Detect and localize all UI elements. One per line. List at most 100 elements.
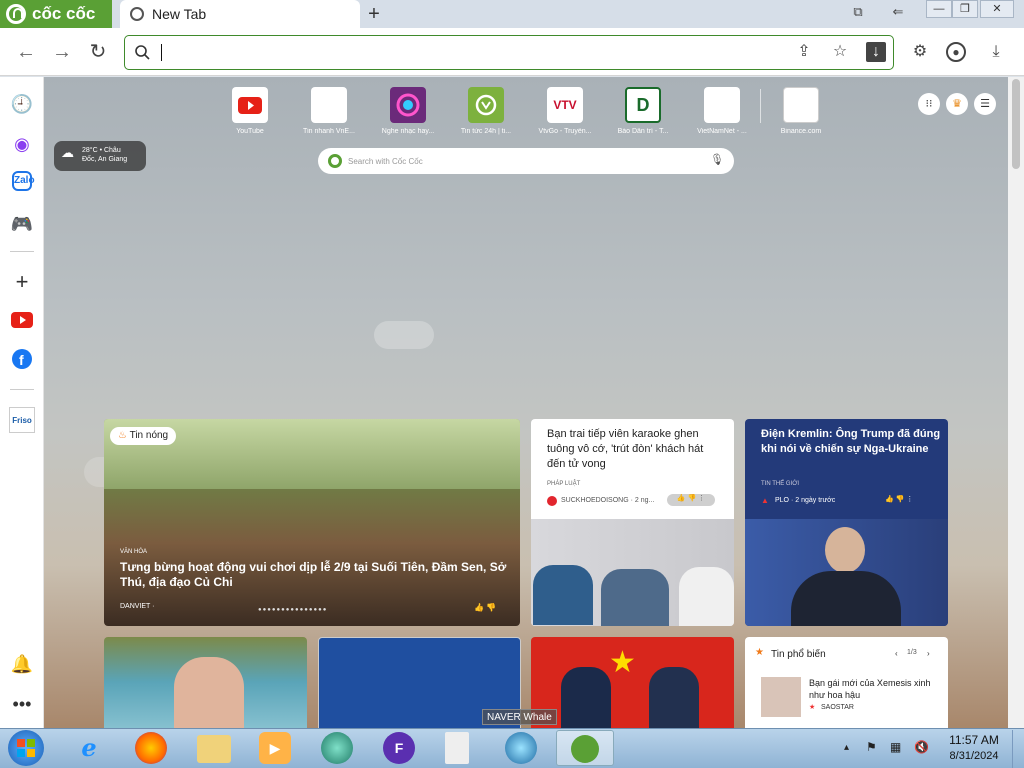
facebook-icon[interactable]: f	[9, 349, 35, 375]
weather-widget[interactable]: ☁ 28°C • Châu Đốc, An Giang	[54, 141, 146, 171]
speed-dial-music[interactable]: Nghe nhạc hay...	[373, 87, 443, 135]
clock-date[interactable]: 8/31/2024	[944, 750, 1004, 762]
back-arrow-icon[interactable]: ⇐	[888, 4, 908, 24]
apps-grid-icon[interactable]: ⁝⁝	[918, 93, 940, 115]
news-card-2[interactable]: Bạn trai tiếp viên karaoke ghen tuông vô…	[531, 419, 734, 626]
like-dislike-icon[interactable]: 👍 👎 ⋮	[885, 495, 913, 503]
customize-settings-icon[interactable]: ☰	[974, 93, 996, 115]
speed-dial-dantri[interactable]: D Báo Dân trí - T...	[608, 87, 678, 135]
share-icon[interactable]: ⇪	[794, 42, 814, 62]
search-placeholder: Search with Cốc Cốc	[348, 156, 423, 166]
card2-image	[531, 519, 734, 626]
f-app-icon[interactable]: F	[383, 732, 415, 764]
volume-muted-icon[interactable]: 🔇	[914, 740, 929, 754]
more-icon[interactable]: •••	[9, 691, 35, 717]
svg-text:f: f	[19, 352, 24, 368]
file-explorer-icon[interactable]	[197, 735, 231, 763]
speed-dial-label: VtvGo - Truyền...	[538, 128, 592, 135]
screenshot-icon[interactable]: ⧉	[848, 4, 868, 24]
naver-whale-icon[interactable]	[505, 732, 537, 764]
speed-dial-label: Nghe nhạc hay...	[381, 128, 435, 135]
speed-dial-news24[interactable]: Tin tức 24h | ti...	[451, 87, 521, 135]
downloads-icon[interactable]: ⤓	[986, 42, 1006, 62]
zalo-icon[interactable]: Zalo	[12, 171, 35, 191]
friso-icon[interactable]: Friso	[9, 407, 35, 433]
bookmark-star-icon[interactable]: ☆	[830, 42, 850, 62]
address-bar[interactable]	[124, 35, 894, 70]
microphone-icon[interactable]: 🎙	[710, 153, 724, 166]
show-hidden-icons[interactable]: ▴	[844, 742, 849, 753]
source-logo-icon	[547, 496, 557, 506]
next-page-icon[interactable]: ›	[927, 649, 930, 658]
back-button[interactable]: ←	[14, 40, 38, 64]
news-card-hero[interactable]: ♨ Tin nóng VĂN HÓA Tưng bừng hoạt động v…	[104, 419, 520, 626]
speed-dial-label: Tin tức 24h | ti...	[460, 128, 512, 135]
forward-button[interactable]: →	[50, 40, 74, 64]
news24-icon	[468, 87, 504, 123]
maximize-button[interactable]: ❐	[952, 0, 978, 18]
sidebar: 🕘 ◉ Zalo 🎮 + f Friso 🔔 •••	[0, 77, 44, 728]
close-button[interactable]: ✕	[980, 0, 1014, 18]
saostar-icon: ★	[809, 704, 816, 711]
trending-card[interactable]: ★ Tin phổ biến ‹ 1/3 › Bạn gái mới của X…	[745, 637, 948, 728]
speed-dial-vnexpress[interactable]: Tin nhanh VnE...	[294, 87, 364, 135]
crown-icon[interactable]: ♛	[946, 93, 968, 115]
trending-thumb	[761, 677, 801, 717]
speed-dial-youtube[interactable]: YouTube	[215, 87, 285, 135]
hero-source: DANVIET ·	[120, 603, 155, 610]
media-player-icon[interactable]: ▶	[259, 732, 291, 764]
sidebar-divider	[10, 389, 34, 390]
speed-dial-divider	[760, 89, 761, 123]
download-page-icon[interactable]: ↓	[866, 42, 886, 62]
news-card-3[interactable]: Điện Kremlin: Ông Trump đã đúng khi nói …	[745, 419, 948, 626]
speed-dial-binance[interactable]: Binance.com	[766, 87, 836, 135]
internet-explorer-icon[interactable]: e	[73, 732, 105, 764]
whale-app-icon[interactable]	[321, 732, 353, 764]
messenger-icon[interactable]: ◉	[9, 131, 35, 157]
like-dislike-icon[interactable]: 👍 👎 ⋮	[667, 494, 715, 506]
firefox-icon[interactable]	[135, 732, 167, 764]
person-figure	[561, 667, 611, 728]
minimize-button[interactable]: —	[926, 0, 952, 18]
search-box[interactable]: Search with Cốc Cốc 🎙	[318, 148, 734, 174]
brand-name: cốc cốc	[32, 4, 96, 23]
start-button[interactable]	[8, 730, 44, 766]
document-icon[interactable]	[445, 732, 469, 764]
trending-item-source: SAOSTAR	[821, 704, 854, 711]
reload-button[interactable]: ↻	[86, 40, 110, 64]
game-icon[interactable]: 🎮	[9, 211, 35, 237]
trending-heading: Tin phổ biến	[771, 649, 826, 660]
music-icon	[390, 87, 426, 123]
like-dislike-icon[interactable]: 👍 👎	[474, 603, 496, 612]
speed-dial-label: Binance.com	[780, 128, 822, 135]
prev-page-icon[interactable]: ‹	[895, 649, 898, 658]
news-card-beach[interactable]	[104, 637, 307, 728]
add-shortcut-icon[interactable]: +	[9, 269, 35, 295]
show-desktop-button[interactable]	[1012, 730, 1024, 768]
carousel-dots[interactable]: ●●●●●●●●●●●●●●●	[258, 607, 327, 613]
flag-icon[interactable]: ⚑	[866, 740, 877, 754]
coccoc-taskbar-button[interactable]	[556, 730, 614, 766]
star-icon: ★	[755, 647, 764, 658]
tab-new-tab[interactable]: New Tab	[120, 0, 360, 28]
weather-temp: 28°C • Châu	[82, 147, 121, 154]
clock-time[interactable]: 11:57 AM	[944, 733, 1004, 747]
notification-bell-icon[interactable]: 🔔	[9, 651, 35, 677]
coccoc-logo[interactable]: cốc cốc	[0, 0, 112, 28]
trending-item-title[interactable]: Bạn gái mới của Xemesis xinh như hoa hậu	[809, 677, 939, 701]
network-icon[interactable]: ▦	[890, 740, 901, 754]
new-tab-button[interactable]: +	[362, 2, 386, 26]
profile-icon[interactable]: ●	[946, 42, 966, 62]
speed-dial-vtvgo[interactable]: VTV VtvGo - Truyền...	[530, 87, 600, 135]
scrollbar-thumb[interactable]	[1012, 79, 1020, 169]
hero-category: VĂN HÓA	[120, 549, 148, 555]
person-figure	[679, 567, 734, 626]
person-figure	[791, 571, 901, 626]
history-icon[interactable]: 🕘	[9, 91, 35, 117]
youtube-sidebar-icon[interactable]	[9, 309, 35, 335]
extensions-icon[interactable]: ⚙	[910, 42, 930, 62]
coccoc-logo-icon	[6, 4, 26, 24]
scrollbar[interactable]	[1008, 77, 1024, 728]
speed-dial-vietnamnet[interactable]: VietNamNet - ...	[687, 87, 757, 135]
news-card-flag[interactable]: ★	[531, 637, 734, 728]
